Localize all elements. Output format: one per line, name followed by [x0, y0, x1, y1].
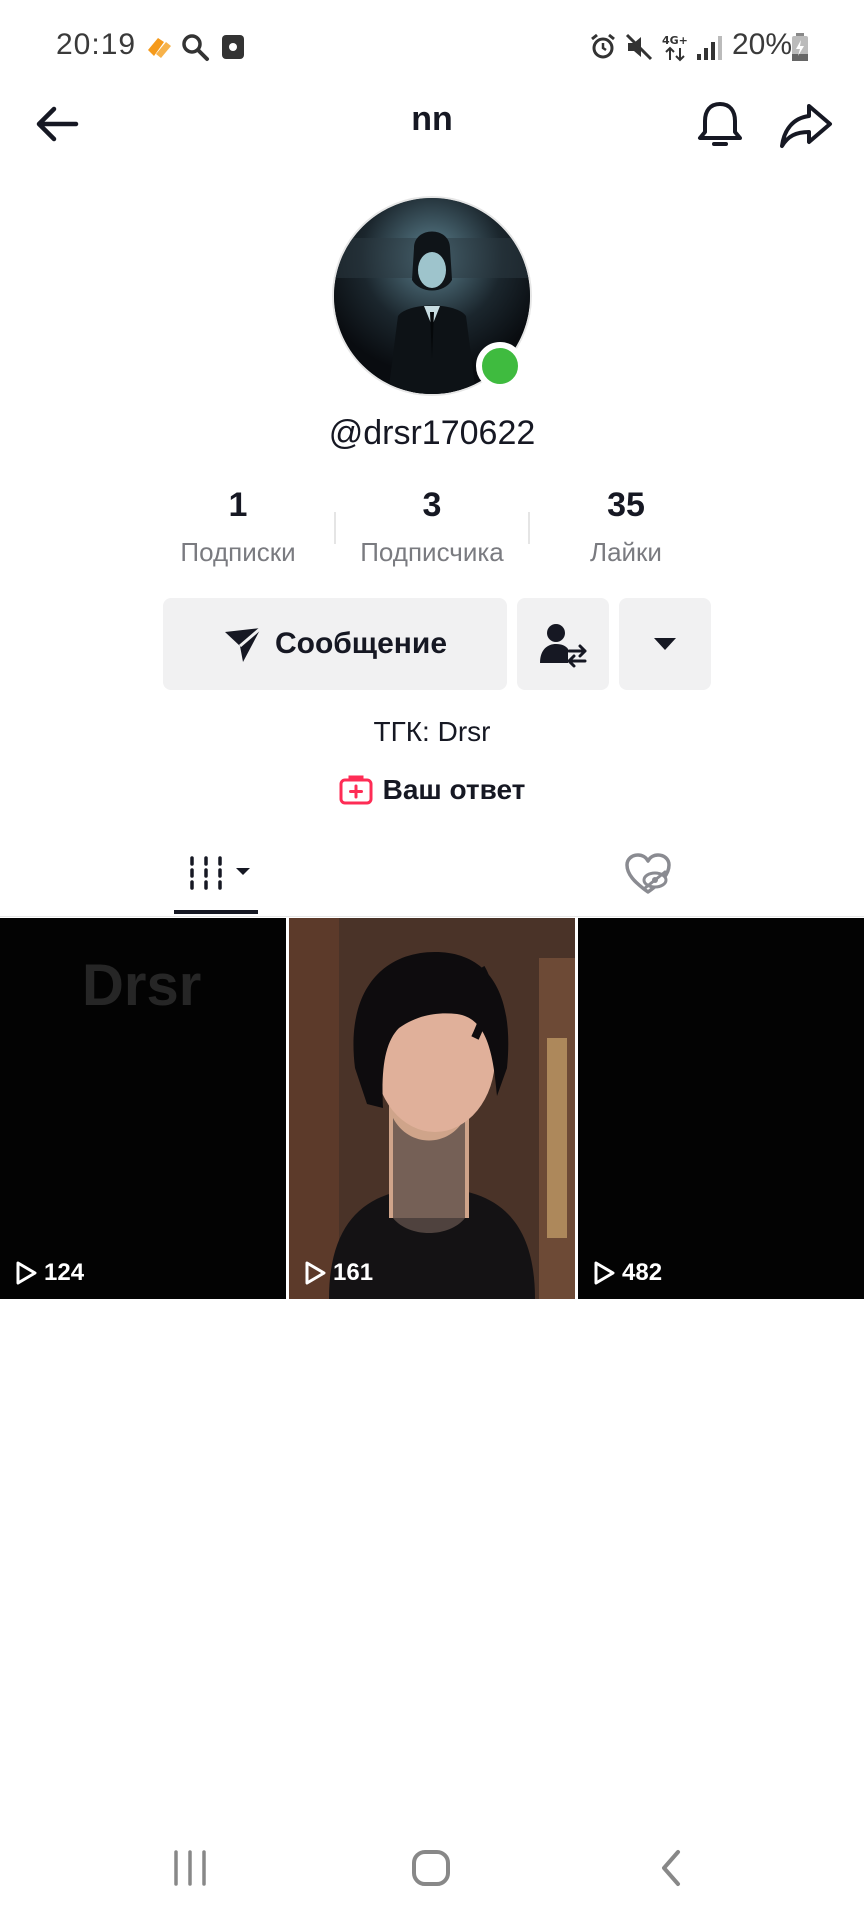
view-count: 482 — [592, 1259, 662, 1287]
battery-percent: 20% — [732, 28, 793, 61]
recent-apps-button[interactable] — [170, 1846, 210, 1895]
4g-data-icon: 4G+ — [660, 32, 690, 62]
svg-text:4G+: 4G+ — [662, 34, 688, 47]
home-button[interactable] — [410, 1846, 454, 1895]
orange-app-icon — [144, 32, 174, 62]
friend-toggle-button[interactable] — [517, 598, 609, 690]
view-count-value: 482 — [622, 1259, 663, 1286]
back-button[interactable] — [28, 94, 88, 154]
play-icon — [16, 1261, 37, 1285]
following-count: 1 — [228, 486, 248, 524]
arrow-left-icon — [36, 106, 79, 142]
battery-icon — [790, 32, 820, 62]
video-thumbnail — [289, 918, 575, 1299]
alarm-icon — [588, 32, 618, 62]
following-label: Подписки — [180, 537, 296, 567]
video-overlay-text: Drsr — [82, 953, 202, 1018]
online-status-dot — [476, 342, 524, 390]
mute-icon — [624, 32, 654, 62]
bell-icon — [698, 102, 742, 146]
followers-count: 3 — [422, 486, 442, 524]
status-bar: 20:19 4G+ 20% — [0, 0, 864, 96]
bio-text: ТГК: Drsr — [373, 716, 491, 747]
notifications-button[interactable] — [690, 94, 750, 154]
tab-divider — [0, 916, 864, 917]
page-title: nn — [411, 100, 453, 138]
view-count-value: 124 — [44, 1259, 85, 1286]
view-count: 124 — [14, 1259, 84, 1287]
search-icon — [180, 32, 210, 62]
following-stat[interactable]: 1 Подписки — [138, 486, 338, 568]
likes-label: Лайки — [590, 537, 662, 567]
followers-stat[interactable]: 3 Подписчика — [332, 486, 532, 568]
active-tab-indicator — [174, 910, 258, 914]
your-reply-label: Ваш ответ — [382, 774, 526, 805]
grid-videos-icon — [190, 856, 250, 890]
play-icon — [305, 1261, 326, 1285]
video-tile[interactable]: 482 — [578, 918, 864, 1299]
recent-apps-icon — [174, 1850, 206, 1886]
caret-down-icon — [654, 638, 676, 650]
likes-stat[interactable]: 35 Лайки — [526, 486, 726, 568]
back-icon — [662, 1850, 680, 1886]
status-time: 20:19 — [56, 28, 137, 61]
share-button[interactable] — [776, 94, 836, 154]
signal-icon — [694, 32, 724, 62]
followers-label: Подписчика — [360, 537, 504, 567]
user-swap-icon — [540, 624, 587, 668]
view-count: 161 — [303, 1259, 373, 1287]
tab-videos[interactable] — [186, 854, 256, 894]
tab-liked[interactable] — [624, 852, 672, 896]
send-icon — [224, 626, 262, 662]
likes-count: 35 — [607, 486, 645, 524]
your-reply-button[interactable]: Ваш ответ — [292, 770, 572, 810]
video-tile[interactable]: 161 — [289, 918, 575, 1299]
message-button-label: Сообщение — [274, 627, 448, 660]
home-icon — [412, 1850, 450, 1886]
hidden-liked-icon — [625, 853, 671, 894]
username: @drsr170622 — [328, 414, 536, 452]
system-back-button[interactable] — [656, 1846, 686, 1895]
more-options-button[interactable] — [619, 598, 711, 690]
view-count-value: 161 — [333, 1259, 374, 1286]
message-button[interactable]: Сообщение — [163, 598, 507, 690]
video-tile[interactable]: Drsr 124 — [0, 918, 286, 1299]
share-icon — [780, 104, 832, 148]
play-icon — [594, 1261, 615, 1285]
add-reply-icon — [339, 775, 373, 805]
screen-record-icon — [218, 32, 248, 62]
